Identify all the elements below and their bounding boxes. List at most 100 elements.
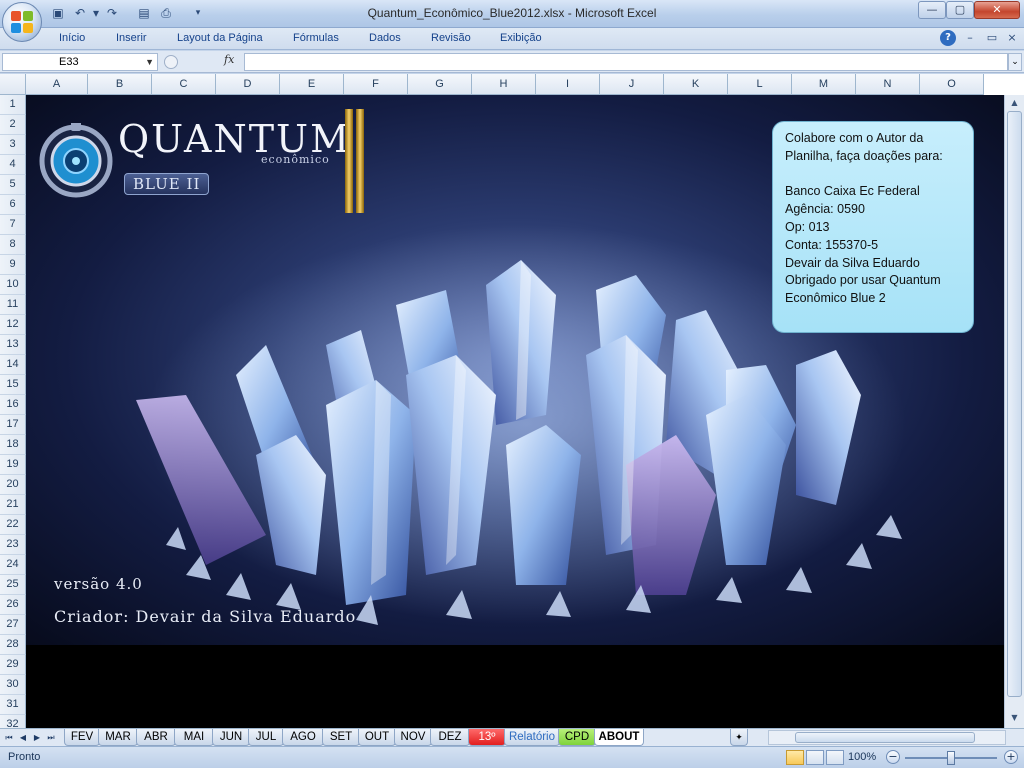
sheet-tab[interactable]: JUL xyxy=(248,729,284,746)
row-header[interactable]: 27 xyxy=(0,615,26,635)
zoom-slider-thumb[interactable] xyxy=(947,751,955,765)
expand-formula-bar-icon[interactable]: ⌄ xyxy=(1008,53,1022,71)
close-button[interactable]: ✕ xyxy=(974,1,1020,19)
tab-layout-da-pagina[interactable]: Layout da Página xyxy=(177,32,263,44)
tab-exibicao[interactable]: Exibição xyxy=(500,32,542,44)
row-header[interactable]: 14 xyxy=(0,355,26,375)
row-header[interactable]: 28 xyxy=(0,635,26,655)
tab-revisao[interactable]: Revisão xyxy=(431,32,471,44)
resize-handle-icon[interactable] xyxy=(164,55,178,69)
donation-textbox[interactable]: Colabore com o Autor da Planilha, faça do… xyxy=(772,121,974,333)
sheet-tab[interactable]: MAI xyxy=(174,729,214,746)
column-header[interactable]: D xyxy=(216,74,280,95)
name-box-dropdown-icon[interactable]: ▼ xyxy=(145,54,154,70)
formula-input[interactable] xyxy=(244,53,1008,71)
row-header[interactable]: 5 xyxy=(0,175,26,195)
column-header[interactable]: I xyxy=(536,74,600,95)
column-header[interactable]: C xyxy=(152,74,216,95)
page-break-view-button[interactable] xyxy=(826,750,844,765)
row-header[interactable]: 7 xyxy=(0,215,26,235)
column-header[interactable]: L xyxy=(728,74,792,95)
row-header[interactable]: 18 xyxy=(0,435,26,455)
row-header[interactable]: 4 xyxy=(0,155,26,175)
row-header[interactable]: 13 xyxy=(0,335,26,355)
insert-function-button[interactable]: fx xyxy=(224,53,234,66)
row-header[interactable]: 21 xyxy=(0,495,26,515)
sheet-tab[interactable]: DEZ xyxy=(430,729,470,746)
prev-sheet-icon[interactable]: ◀ xyxy=(17,731,29,744)
row-header[interactable]: 9 xyxy=(0,255,26,275)
row-header[interactable]: 25 xyxy=(0,575,26,595)
scroll-down-icon[interactable]: ▼ xyxy=(1007,711,1022,725)
row-header[interactable]: 30 xyxy=(0,675,26,695)
name-box[interactable]: E33 ▼ xyxy=(2,53,158,71)
tab-inicio[interactable]: Início xyxy=(59,32,85,44)
tab-formulas[interactable]: Fórmulas xyxy=(293,32,339,44)
office-button[interactable] xyxy=(2,2,42,42)
row-header[interactable]: 10 xyxy=(0,275,26,295)
row-header[interactable]: 26 xyxy=(0,595,26,615)
column-header[interactable]: F xyxy=(344,74,408,95)
row-header[interactable]: 31 xyxy=(0,695,26,715)
last-sheet-icon[interactable]: ⏭ xyxy=(45,731,57,744)
sheet-tab[interactable]: AGO xyxy=(282,729,324,746)
vertical-scrollbar[interactable]: ▲ ▼ xyxy=(1004,95,1024,728)
sheet-tab[interactable]: ABR xyxy=(136,729,176,746)
sheet-tab[interactable]: Relatório xyxy=(504,729,560,746)
row-header[interactable]: 22 xyxy=(0,515,26,535)
sheet-tab[interactable]: OUT xyxy=(358,729,396,746)
row-header[interactable]: 15 xyxy=(0,375,26,395)
workbook-close-icon[interactable]: × xyxy=(1004,30,1020,46)
sheet-tab[interactable]: JUN xyxy=(212,729,250,746)
sheet-tab[interactable]: ABOUT xyxy=(594,729,644,746)
row-header[interactable]: 20 xyxy=(0,475,26,495)
page-layout-view-button[interactable] xyxy=(806,750,824,765)
next-sheet-icon[interactable]: ▶ xyxy=(31,731,43,744)
scroll-up-icon[interactable]: ▲ xyxy=(1007,96,1022,110)
horizontal-scroll-thumb[interactable] xyxy=(795,732,975,743)
column-header[interactable]: B xyxy=(88,74,152,95)
sheet-area[interactable]: QUANTUM econômico BLUE II versão 4.0 Cri… xyxy=(26,95,1004,728)
vertical-scroll-thumb[interactable] xyxy=(1007,111,1022,697)
row-header[interactable]: 24 xyxy=(0,555,26,575)
select-all-corner[interactable] xyxy=(0,74,26,95)
row-header[interactable]: 23 xyxy=(0,535,26,555)
minimize-button[interactable]: — xyxy=(918,1,946,19)
zoom-in-icon[interactable]: + xyxy=(1004,750,1018,764)
row-header[interactable]: 32 xyxy=(0,715,26,728)
restore-button[interactable]: ▢ xyxy=(946,1,974,19)
sheet-tab[interactable]: SET xyxy=(322,729,360,746)
row-header[interactable]: 8 xyxy=(0,235,26,255)
column-header[interactable]: G xyxy=(408,74,472,95)
workbook-minimize-icon[interactable]: – xyxy=(962,30,978,46)
normal-view-button[interactable] xyxy=(786,750,804,765)
workbook-restore-icon[interactable]: ▭ xyxy=(984,30,1000,46)
row-header[interactable]: 19 xyxy=(0,455,26,475)
row-header[interactable]: 12 xyxy=(0,315,26,335)
row-header[interactable]: 2 xyxy=(0,115,26,135)
column-header[interactable]: A xyxy=(26,74,88,95)
column-header[interactable]: H xyxy=(472,74,536,95)
row-header[interactable]: 3 xyxy=(0,135,26,155)
sheet-tab[interactable]: CPD xyxy=(558,729,596,746)
column-header[interactable]: K xyxy=(664,74,728,95)
zoom-out-icon[interactable]: − xyxy=(886,750,900,764)
sheet-tab[interactable]: NOV xyxy=(394,729,432,746)
column-header[interactable]: E xyxy=(280,74,344,95)
row-header[interactable]: 6 xyxy=(0,195,26,215)
row-header[interactable]: 29 xyxy=(0,655,26,675)
row-header[interactable]: 11 xyxy=(0,295,26,315)
sheet-tab[interactable]: MAR xyxy=(98,729,138,746)
row-header[interactable]: 1 xyxy=(0,95,26,115)
column-header[interactable]: O xyxy=(920,74,984,95)
tab-inserir[interactable]: Inserir xyxy=(116,32,147,44)
zoom-level[interactable]: 100% xyxy=(848,751,876,763)
column-header[interactable]: M xyxy=(792,74,856,95)
column-header[interactable]: N xyxy=(856,74,920,95)
column-header[interactable]: J xyxy=(600,74,664,95)
sheet-tab[interactable]: 13º xyxy=(468,729,506,746)
row-header[interactable]: 16 xyxy=(0,395,26,415)
row-header[interactable]: 17 xyxy=(0,415,26,435)
help-icon[interactable]: ? xyxy=(940,30,956,46)
insert-sheet-icon[interactable]: ✦ xyxy=(730,729,748,746)
